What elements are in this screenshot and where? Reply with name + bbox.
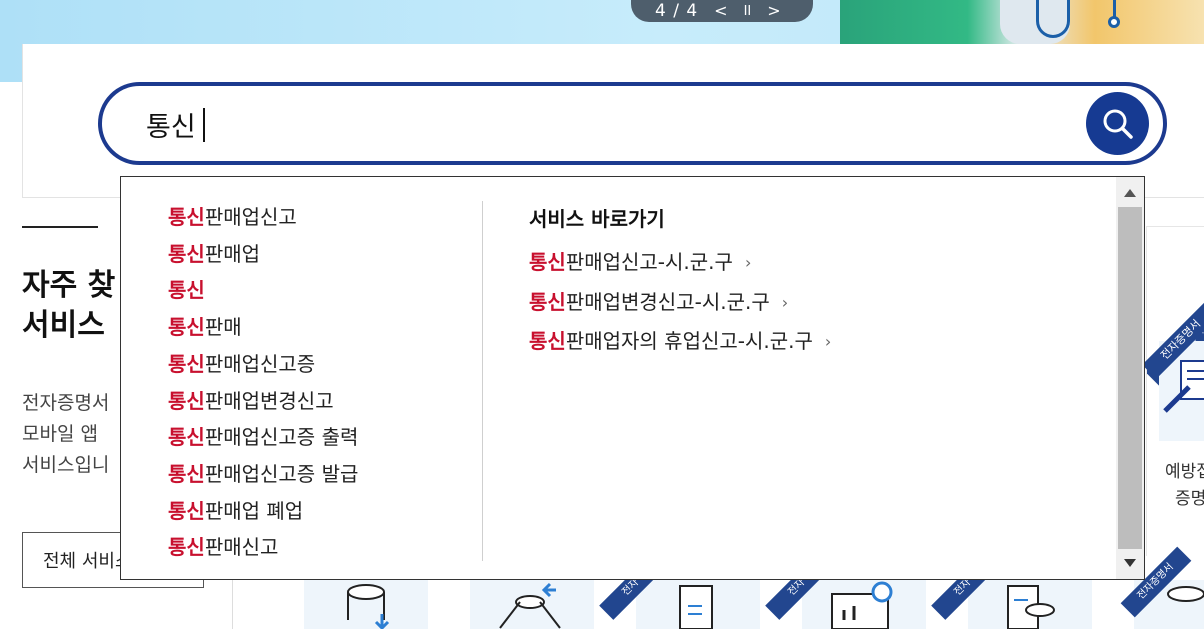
faq-section-description: 전자증명서 모바일 앱 서비스입니 — [22, 392, 110, 476]
triangle-up-icon — [1124, 189, 1136, 197]
search-bar — [98, 82, 1167, 165]
triangle-down-icon — [1124, 559, 1136, 567]
slide-prev-button[interactable]: < — [714, 3, 727, 19]
chevron-right-icon: › — [781, 292, 789, 312]
column-divider — [232, 580, 233, 629]
slide-counter: 4 / 4 — [655, 1, 699, 21]
banner-illustration — [840, 0, 1204, 44]
scroll-up-button[interactable] — [1116, 179, 1144, 207]
scroll-thumb[interactable] — [1118, 207, 1142, 549]
document-icon[interactable]: 전자 — [599, 556, 760, 629]
service-shortcut-link[interactable]: 통신판매업변경신고-시.군.구 › — [529, 283, 831, 323]
stethoscope-head — [1108, 16, 1120, 28]
slide-pause-button[interactable]: II — [744, 5, 752, 18]
text-caret — [203, 108, 205, 142]
database-icon[interactable]: 전자증명서 — [1120, 546, 1204, 629]
chart-search-icon[interactable]: 전자 — [765, 556, 926, 629]
suggestion-item[interactable]: 통신판매업신고증 출력 — [168, 419, 358, 456]
search-button[interactable] — [1086, 92, 1149, 155]
suggestion-item[interactable]: 통신판매업 폐업 — [168, 493, 358, 530]
service-card-vaccination[interactable]: 전자증명서 예방접 증명 — [1146, 226, 1204, 556]
chevron-right-icon: › — [824, 332, 832, 351]
section-divider — [22, 226, 98, 228]
service-icon-row: 전자 전자 전자 전자증명서 — [300, 546, 1204, 629]
slider-controls: 4 / 4 < II > — [631, 0, 813, 22]
search-input[interactable] — [146, 104, 1066, 144]
service-shortcut-link[interactable]: 통신판매업신고-시.군.구 › — [529, 243, 831, 283]
stethoscope-tube — [1113, 0, 1116, 17]
suggestion-item[interactable]: 통신 — [168, 272, 358, 309]
service-shortcut-title: 서비스 바로가기 — [529, 207, 665, 231]
document-database-icon[interactable]: 전자 — [931, 556, 1092, 629]
service-shortcut-link[interactable]: 통신판매업자의 휴업신고-시.군.구 › — [529, 322, 831, 362]
suggestion-item[interactable]: 통신판매 — [168, 309, 358, 346]
service-shortcut-list: 통신판매업신고-시.군.구 › 통신판매업변경신고-시.군.구 › 통신판매업자의 … — [529, 243, 831, 362]
chevron-right-icon: › — [744, 253, 752, 272]
database-transfer-icon[interactable] — [470, 580, 594, 629]
faq-section-title: 자주 찾 서비스 — [22, 268, 116, 343]
suggestion-item[interactable]: 통신판매업신고증 발급 — [168, 456, 358, 493]
slide-next-button[interactable]: > — [767, 3, 780, 19]
service-card-label: 예방접 증명 — [1165, 462, 1204, 509]
database-download-icon[interactable] — [304, 580, 428, 629]
suggestion-item[interactable]: 통신판매업신고증 — [168, 346, 358, 383]
dropdown-column-divider — [482, 201, 483, 561]
suggestion-list: 통신판매업신고 통신판매업 통신 통신판매 통신판매업신고증 통신판매업변경신고… — [168, 199, 358, 566]
suggestion-item[interactable]: 통신판매신고 — [168, 529, 358, 566]
suggestion-item[interactable]: 통신판매업신고 — [168, 199, 358, 236]
search-icon — [1103, 109, 1133, 139]
suggestion-item[interactable]: 통신판매업변경신고 — [168, 383, 358, 420]
dropdown-scrollbar[interactable] — [1116, 177, 1144, 579]
scroll-down-button[interactable] — [1116, 549, 1144, 577]
suggestion-item[interactable]: 통신판매업 — [168, 236, 358, 273]
autocomplete-dropdown: 통신판매업신고 통신판매업 통신 통신판매 통신판매업신고증 통신판매업변경신고… — [120, 176, 1145, 580]
stethoscope-illustration — [1036, 0, 1070, 38]
